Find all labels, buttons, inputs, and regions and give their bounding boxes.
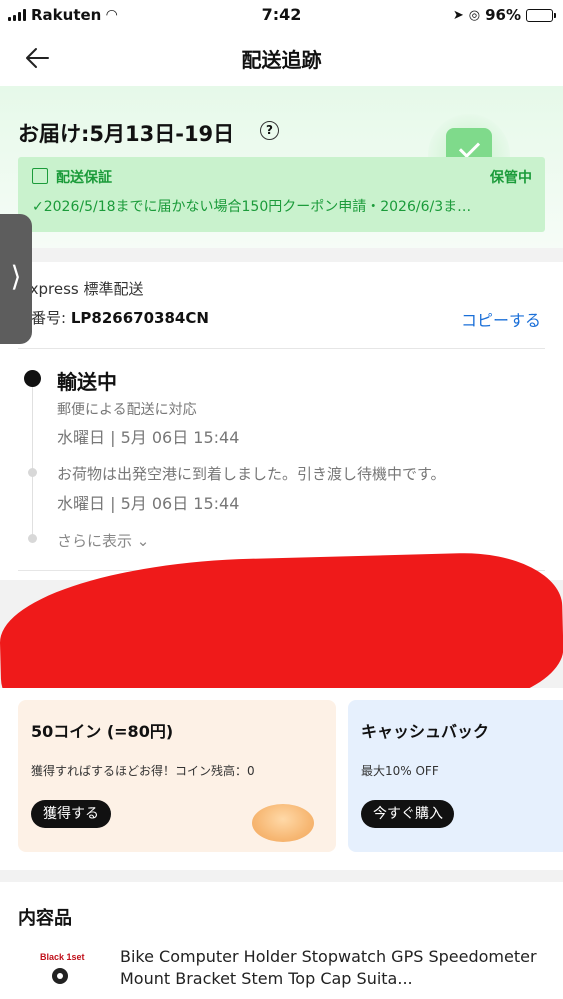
product-image [52,968,68,984]
chevron-right-icon: ⟩ [10,260,22,293]
copy-button[interactable]: コピーする [461,307,541,331]
coin-icon [252,804,314,842]
top-nav: 配送追跡 [0,30,563,86]
timeline-current-dot [24,370,41,387]
buy-now-button[interactable]: 今すぐ購入 [361,800,454,828]
guarantee-status: 保管中 [490,170,532,186]
tracking-number: LP826670384CN [70,309,209,327]
earn-coins-button[interactable]: 獲得する [31,800,111,828]
delivery-estimate-card: お届け:5月13日-19日 ? 配送保証 保管中 ✓2026/5/18までに届か… [0,86,563,248]
product-name[interactable]: Bike Computer Holder Stopwatch GPS Speed… [120,946,550,990]
cashback-promo-title: キャッシュバック [361,722,490,741]
contents-title: 内容品 [18,908,72,929]
timeline-status-time: 水曜日 | 5月 06日 15:44 [57,428,240,447]
timeline-status-desc: 郵便による配送に対応 [57,402,197,418]
guarantee-label: 配送保証 [56,170,112,186]
show-more-button[interactable]: さらに表示 ⌄ [57,530,149,551]
guarantee-description: ✓2026/5/18までに届かない場合150円クーポン申請・2026/6/3ま… [32,199,472,215]
location-arrow-icon: ➤ [452,7,464,23]
timeline-status: 輸送中 [57,370,117,394]
delivery-date: お届け:5月13日-19日 [18,122,235,146]
tracking-card: iExpress 標準配送 跡番号: LP826670384CN コピーする 輸… [0,262,563,580]
help-icon[interactable]: ? [260,121,279,140]
carrier-service: iExpress 標準配送 [16,280,144,298]
cashback-promo-card[interactable]: キャッシュバック 最大10% OFF 今すぐ購入 [348,700,563,852]
status-bar-right: ➤ ◎ 96% [452,6,556,24]
screen-lock-icon: ◎ [468,7,481,23]
thumbnail-label: Black 1set [40,952,85,962]
product-thumbnail[interactable]: Black 1set [30,948,92,999]
timeline-event-time: 水曜日 | 5月 06日 15:44 [57,494,240,513]
coin-promo-card[interactable]: 50コイン (=80円) 獲得すればするほどお得！コイン残高：0 獲得する [18,700,336,852]
side-panel-handle[interactable]: ⟩ [0,214,32,344]
tracking-number-row: 跡番号: LP826670384CN [16,307,209,328]
delivery-guarantee[interactable]: 配送保証 保管中 ✓2026/5/18までに届かない場合150円クーポン申請・2… [18,157,545,232]
package-contents: 内容品 Black 1set Bike Computer Holder Stop… [0,882,563,999]
promo-section: 50コイン (=80円) 獲得すればするほどお得！コイン残高：0 獲得する キャ… [0,688,563,870]
timeline-event-dot [28,468,37,477]
coin-promo-subtitle: 獲得すればするほどお得！コイン残高：0 [31,764,255,778]
page-title: 配送追跡 [241,48,322,72]
coin-promo-title: 50コイン (=80円) [31,722,174,741]
cashback-promo-subtitle: 最大10% OFF [361,764,439,778]
timeline-line [32,378,33,538]
package-icon [32,168,48,184]
timeline-event-desc: お荷物は出発空港に到着しました。引き渡し待機中です。 [57,465,446,483]
divider [18,348,545,349]
battery-percent: 96% [485,6,521,24]
status-bar: Rakuten ◠ 7:42 ➤ ◎ 96% [0,0,563,30]
battery-icon [526,8,556,22]
timeline-more-dot [28,534,37,543]
